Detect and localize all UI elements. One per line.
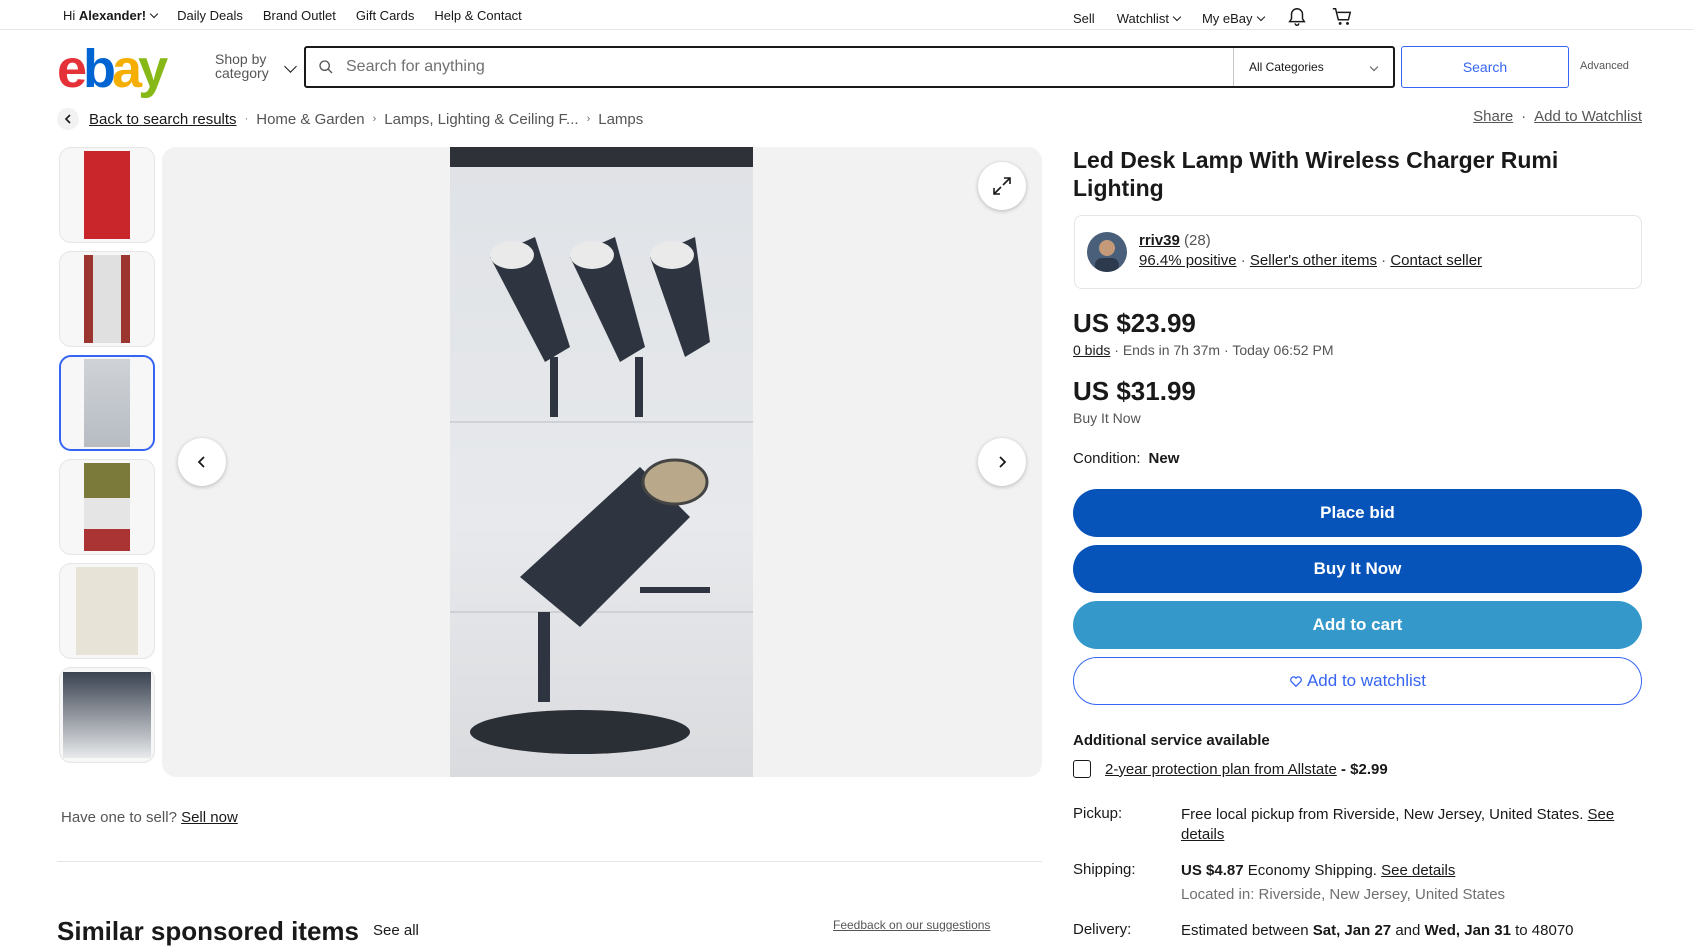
shipping-see-details-link[interactable]: See details <box>1381 862 1455 879</box>
search-input[interactable] <box>346 48 1233 86</box>
expand-icon[interactable] <box>978 162 1026 210</box>
condition: Condition: New <box>1073 450 1180 467</box>
previous-image-button[interactable] <box>178 438 226 486</box>
bid-info: 0 bids · Ends in 7h 37m · Today 06:52 PM <box>1073 342 1334 358</box>
protection-plan-option: 2-year protection plan from Allstate - $… <box>1073 760 1388 778</box>
seller-feedback-count: (28) <box>1184 232 1211 249</box>
contact-seller-link[interactable]: Contact seller <box>1390 252 1482 269</box>
sell-link[interactable]: Sell <box>1073 11 1095 26</box>
buy-it-now-label: Buy It Now <box>1073 410 1141 426</box>
search-bar: All Categories <box>304 46 1395 88</box>
thumbnail-6[interactable] <box>59 667 155 763</box>
chevron-down-icon <box>1172 12 1182 22</box>
brand-outlet-link[interactable]: Brand Outlet <box>263 8 336 23</box>
buy-it-now-button[interactable]: Buy It Now <box>1073 545 1642 593</box>
add-to-watchlist-link[interactable]: Add to Watchlist <box>1534 108 1642 125</box>
delivery-row: Delivery: Estimated between Sat, Jan 27 … <box>1073 921 1574 939</box>
breadcrumb: Back to search results · Home & Garden ›… <box>57 108 643 130</box>
daily-deals-link[interactable]: Daily Deals <box>177 8 243 23</box>
thumbnail-4[interactable] <box>59 459 155 555</box>
add-to-cart-button[interactable]: Add to cart <box>1073 601 1642 649</box>
gift-cards-link[interactable]: Gift Cards <box>356 8 415 23</box>
chevron-down-icon <box>1256 12 1265 22</box>
myebay-menu[interactable]: My eBay <box>1202 11 1265 26</box>
sell-now-link[interactable]: Sell now <box>181 809 238 826</box>
category-select[interactable]: All Categories <box>1233 48 1393 86</box>
buy-it-now-price: US $31.99 <box>1073 376 1196 406</box>
breadcrumb-lamps-lighting[interactable]: Lamps, Lighting & Ceiling F... <box>384 111 578 128</box>
pickup-row: Pickup: Free local pickup from Riverside… <box>1073 805 1615 843</box>
shipping-row: Shipping: US $4.87 Economy Shipping. See… <box>1073 861 1506 903</box>
thumbnail-1[interactable] <box>59 147 155 243</box>
divider <box>57 861 1042 862</box>
chevron-down-icon <box>1369 62 1379 72</box>
feedback-link[interactable]: Feedback on our suggestions <box>833 918 990 932</box>
chevron-left-icon <box>57 108 79 130</box>
see-all-link[interactable]: See all <box>373 922 419 939</box>
avatar[interactable] <box>1087 232 1127 272</box>
thumbnail-3[interactable] <box>59 355 155 451</box>
additional-service-heading: Additional service available <box>1073 732 1270 749</box>
cart-icon[interactable] <box>1330 6 1354 31</box>
share-link[interactable]: Share <box>1473 108 1513 125</box>
sellers-other-items-link[interactable]: Seller's other items <box>1250 252 1377 269</box>
seller-card: rriv39 (28) 96.4% positive · Seller's ot… <box>1074 215 1642 289</box>
search-button[interactable]: Search <box>1401 46 1569 88</box>
thumbnail-list <box>59 147 155 771</box>
thumbnail-5[interactable] <box>59 563 155 659</box>
chevron-down-icon <box>149 9 159 19</box>
ebay-logo[interactable]: ebay <box>57 42 168 96</box>
next-image-button[interactable] <box>978 438 1026 486</box>
bell-icon[interactable] <box>1286 6 1308 31</box>
share-watch-links: Share · Add to Watchlist <box>1473 108 1642 125</box>
place-bid-button[interactable]: Place bid <box>1073 489 1642 537</box>
help-contact-link[interactable]: Help & Contact <box>434 8 521 23</box>
shop-by-category-button[interactable]: Shop by category <box>215 52 297 80</box>
breadcrumb-lamps[interactable]: Lamps <box>598 111 643 128</box>
search-icon <box>306 48 346 86</box>
header: ebay Shop by category All Categories Sea… <box>0 30 1693 106</box>
chevron-down-icon <box>284 60 297 73</box>
back-to-results-link[interactable]: Back to search results <box>57 108 237 130</box>
thumbnail-2[interactable] <box>59 251 155 347</box>
positive-feedback-link[interactable]: 96.4% positive <box>1139 252 1237 269</box>
main-product-image[interactable] <box>162 147 1042 777</box>
similar-items-heading: Similar sponsored items <box>57 916 359 946</box>
watchlist-menu[interactable]: Watchlist <box>1117 11 1182 26</box>
protection-plan-link[interactable]: 2-year protection plan from Allstate <box>1105 761 1337 778</box>
protection-plan-checkbox[interactable] <box>1073 760 1091 778</box>
top-nav-bar: Hi Alexander! Daily Deals Brand Outlet G… <box>0 0 1693 30</box>
item-title: Led Desk Lamp With Wireless Charger Rumi… <box>1073 147 1559 201</box>
greeting[interactable]: Hi Alexander! <box>63 8 159 23</box>
bids-link[interactable]: 0 bids <box>1073 342 1110 358</box>
heart-icon <box>1290 676 1302 688</box>
sell-prompt: Have one to sell? Sell now <box>61 809 238 826</box>
add-to-watchlist-button[interactable]: Add to watchlist <box>1073 657 1642 705</box>
breadcrumb-home-garden[interactable]: Home & Garden <box>256 111 364 128</box>
seller-name-link[interactable]: rriv39 <box>1139 232 1180 249</box>
product-photo <box>450 147 753 777</box>
advanced-search-link[interactable]: Advanced <box>1580 60 1629 72</box>
current-bid-price: US $23.99 <box>1073 308 1196 338</box>
